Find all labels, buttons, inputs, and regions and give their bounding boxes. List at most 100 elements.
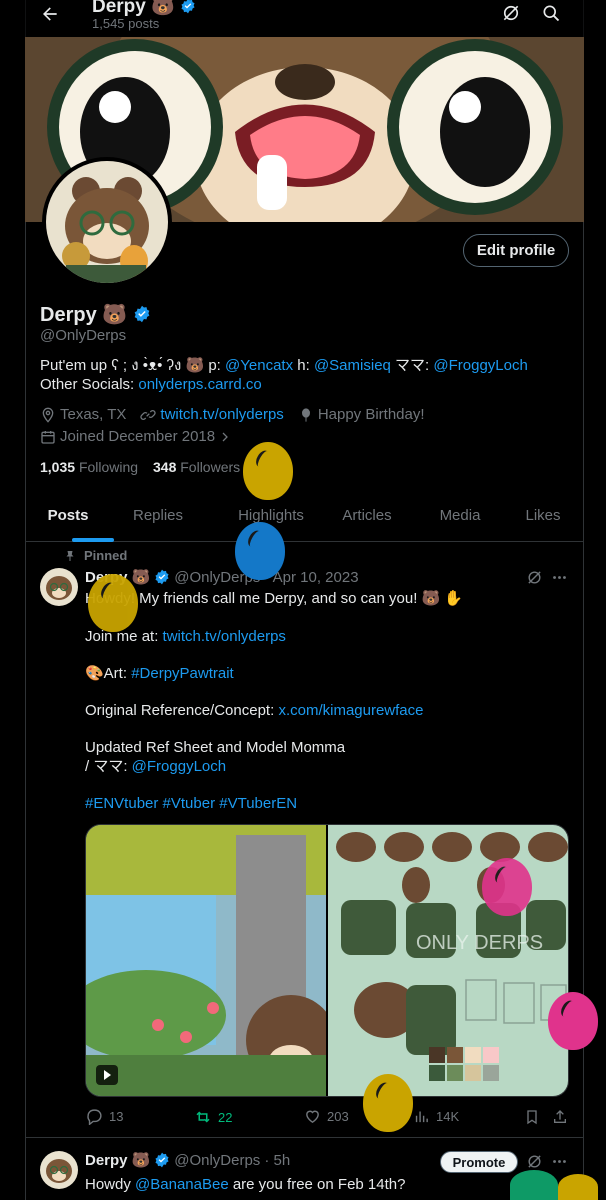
search-icon[interactable] xyxy=(541,3,561,23)
post-link-twitch[interactable]: twitch.tv/onlyderps xyxy=(163,628,286,645)
link-icon xyxy=(140,409,157,420)
pinned-label: Pinned xyxy=(84,548,128,563)
profile-meta: Texas, TX twitch.tv/onlyderps Happy Birt… xyxy=(40,406,425,423)
post-avatar[interactable] xyxy=(40,568,78,606)
post-mention-froggyloch[interactable]: @FroggyLoch xyxy=(132,758,226,775)
post-link-kimagurewface[interactable]: x.com/kimagurewface xyxy=(278,702,423,719)
play-icon xyxy=(104,1070,111,1080)
grok-icon[interactable] xyxy=(501,3,521,23)
following-link[interactable]: 1,035 Following xyxy=(40,459,138,475)
back-arrow-icon[interactable] xyxy=(40,4,60,24)
promote-button[interactable]: Promote xyxy=(440,1151,518,1173)
verified-badge-icon xyxy=(155,1152,169,1168)
views-button[interactable]: 14K xyxy=(413,1108,459,1125)
post-hashtags[interactable]: #ENVtuber #Vtuber #VTuberEN xyxy=(85,794,565,813)
post-author-handle[interactable]: @OnlyDerps xyxy=(174,1152,260,1169)
tab-media[interactable]: Media xyxy=(425,496,495,542)
grok-icon[interactable] xyxy=(526,569,543,586)
like-button[interactable]: 203 xyxy=(304,1108,349,1125)
pinned-post-body: Howdy! My friends call me Derpy, and so … xyxy=(85,589,565,813)
profile-header-bar: Derpy 🐻 1,545 posts xyxy=(0,0,606,37)
tab-likes[interactable]: Likes xyxy=(515,496,571,542)
play-video-button[interactable] xyxy=(96,1065,118,1085)
calendar-icon xyxy=(41,430,55,444)
edit-profile-button[interactable]: Edit profile xyxy=(463,234,569,267)
more-options-icon[interactable] xyxy=(551,569,568,586)
avatar-artwork xyxy=(46,161,168,283)
verified-badge-icon xyxy=(155,569,169,585)
bio-link-carrd[interactable]: onlyderps.carrd.co xyxy=(138,376,261,393)
like-count: 203 xyxy=(327,1109,349,1124)
verified-badge-icon[interactable] xyxy=(133,305,151,323)
followers-count: 348 xyxy=(153,459,177,475)
balloon-icon xyxy=(301,407,310,422)
bear-emoji-icon: 🐻 xyxy=(131,569,151,586)
media-watermark: ONLY DERPS xyxy=(416,932,543,954)
location-pin-icon xyxy=(42,407,54,423)
post-text: are you free on Feb 14th? xyxy=(228,1176,406,1193)
profile-tabs: Posts Replies Highlights Articles Media … xyxy=(25,496,584,542)
post-text: / ママ: xyxy=(85,758,132,775)
profile-bio: Put'em up ʕ ; ง •̀ᴥ•́ ʔง 🐻 p: @Yencatx h… xyxy=(40,356,550,394)
bio-text: ママ: xyxy=(390,357,434,374)
chevron-right-icon[interactable] xyxy=(219,431,231,443)
post-time[interactable]: · 5h xyxy=(264,1152,290,1169)
profile-website: twitch.tv/onlyderps xyxy=(140,406,284,423)
repost-icon xyxy=(196,1111,210,1123)
second-post-header: Derpy 🐻 @OnlyDerps · 5h xyxy=(85,1151,290,1170)
followers-link[interactable]: 348 Followers xyxy=(153,459,240,475)
post-text: Join me at: xyxy=(85,628,163,645)
grok-icon[interactable] xyxy=(526,1153,543,1170)
birthday-balloon-decoration xyxy=(235,522,285,580)
verified-badge-icon xyxy=(181,0,195,14)
post-author-name[interactable]: Derpy xyxy=(85,1152,128,1169)
reply-icon xyxy=(87,1109,102,1125)
birthday-balloon-decoration xyxy=(243,442,293,500)
birthday-text: Happy Birthday! xyxy=(317,406,425,423)
tab-replies[interactable]: Replies xyxy=(113,496,203,542)
post-text: Howdy xyxy=(85,1176,136,1193)
birthday-balloon-decoration xyxy=(482,858,532,916)
profile-name-text: Derpy xyxy=(40,304,97,326)
post-line-momma: / ママ: @FroggyLoch xyxy=(85,757,565,776)
profile-display-name: Derpy 🐻 xyxy=(40,302,151,327)
avatar-artwork xyxy=(40,568,78,606)
profile-birthday: Happy Birthday! xyxy=(298,406,425,423)
bear-emoji-icon: 🐻 xyxy=(151,0,175,17)
bear-emoji-icon: 🐻 xyxy=(102,304,128,326)
bio-mention-yencatx[interactable]: @Yencatx xyxy=(225,357,293,374)
following-count: 1,035 xyxy=(40,459,76,475)
share-icon[interactable] xyxy=(552,1108,568,1126)
bio-text: Other Socials: xyxy=(40,376,139,393)
post-mention-bananabee[interactable]: @BananaBee xyxy=(135,1176,229,1193)
bio-mention-samisieq[interactable]: @Samisieq xyxy=(314,357,391,374)
post-line-greeting: Howdy! My friends call me Derpy, and so … xyxy=(85,590,464,607)
location-text: Texas, TX xyxy=(60,406,127,423)
repost-button[interactable]: 22 xyxy=(194,1108,232,1126)
post-line-refsheet: Updated Ref Sheet and Model Momma xyxy=(85,739,346,756)
birthday-balloon-decoration xyxy=(510,1170,558,1200)
avatar-artwork xyxy=(40,1151,78,1189)
birthday-balloon-decoration xyxy=(558,1174,598,1200)
post-divider xyxy=(25,1137,584,1138)
birthday-balloon-decoration xyxy=(88,574,138,632)
bio-mention-froggyloch[interactable]: @FroggyLoch xyxy=(433,357,527,374)
more-options-icon[interactable] xyxy=(551,1153,568,1170)
reply-button[interactable]: 13 xyxy=(86,1108,123,1125)
website-link[interactable]: twitch.tv/onlyderps xyxy=(160,406,283,423)
header-post-count: 1,545 posts xyxy=(92,16,160,31)
post-line-join: Join me at: twitch.tv/onlyderps xyxy=(85,627,565,646)
bookmark-icon[interactable] xyxy=(524,1108,540,1126)
pinned-indicator: Pinned xyxy=(64,548,127,563)
joined-text: Joined December 2018 xyxy=(60,428,216,445)
post-avatar[interactable] xyxy=(40,1151,78,1189)
bio-text: h: xyxy=(293,357,314,374)
tab-posts[interactable]: Posts xyxy=(25,496,111,542)
tab-articles[interactable]: Articles xyxy=(325,496,409,542)
view-count: 14K xyxy=(436,1109,460,1124)
followers-label: Followers xyxy=(180,459,241,475)
profile-handle: @OnlyDerps xyxy=(40,327,127,344)
profile-avatar[interactable] xyxy=(42,157,172,287)
post-hashtag-derpypawtrait[interactable]: #DerpyPawtrait xyxy=(131,665,234,682)
profile-joined: Joined December 2018 xyxy=(40,428,231,445)
